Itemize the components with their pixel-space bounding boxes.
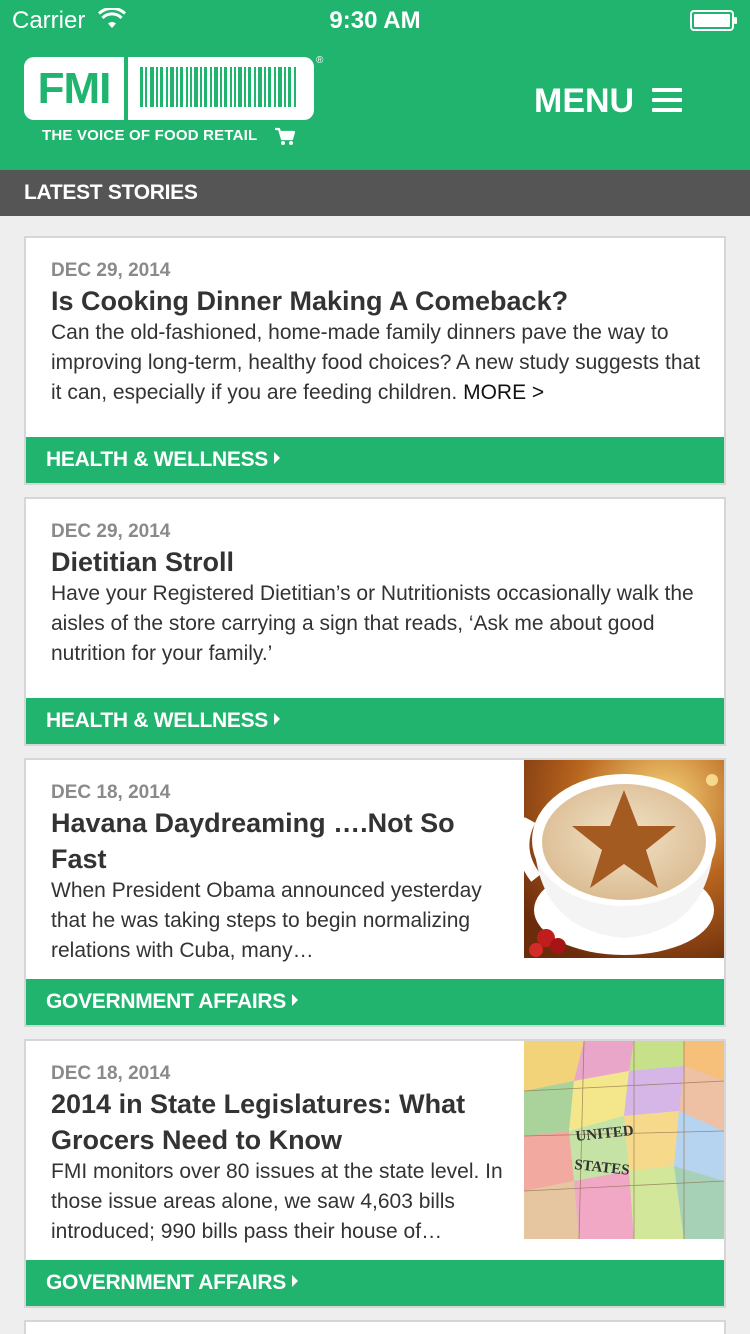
clock: 9:30 AM [329,7,421,34]
category-label: HEALTH & WELLNESS [46,448,269,471]
battery-icon [690,10,737,31]
story-card[interactable]: DEC 29, 2014 Is Cooking Dinner Making A … [24,236,726,485]
hamburger-icon [652,88,682,114]
latest-stories-header: LATEST STORIES [0,170,750,216]
barcode-icon [128,57,314,120]
registered-mark: ® [316,55,324,66]
category-link[interactable]: GOVERNMENT AFFAIRS [26,1260,724,1306]
story-excerpt: Can the old-fashioned, home-made family … [51,318,711,408]
story-excerpt: When President Obama announced yesterday… [51,879,482,962]
status-bar: Carrier 9:30 AM [0,0,750,40]
caret-right-icon [274,452,281,464]
story-title[interactable]: 2014 in State Legislatures: What Grocers… [51,1086,511,1158]
category-link[interactable]: GOVERNMENT AFFAIRS [26,979,724,1025]
more-link[interactable]: MORE > [463,381,544,404]
story-card[interactable]: DEC 18, 2014 2014 in State Legislatures:… [24,1039,726,1308]
menu-label: MENU [534,82,635,120]
story-excerpt-text: Can the old-fashioned, home-made family … [51,321,701,404]
menu-button[interactable]: MENU [534,82,694,126]
shopping-cart-icon [275,127,296,145]
app-header: Carrier 9:30 AM FMI ® THE VOICE OF FOOD … [0,0,750,170]
coffee-cup-star-icon[interactable] [524,760,724,958]
fmi-logo-text: FMI [24,57,124,120]
story-excerpt: FMI monitors over 80 issues at the state… [51,1160,503,1243]
caret-right-icon [292,994,298,1006]
story-excerpt: Have your Registered Dietitian’s or Nutr… [51,582,694,665]
category-label: GOVERNMENT AFFAIRS [46,990,286,1013]
story-card[interactable] [24,1320,726,1334]
story-date: DEC 18, 2014 [51,782,171,803]
story-card[interactable]: DEC 29, 2014 Dietitian Stroll Have your … [24,497,726,746]
category-label: GOVERNMENT AFFAIRS [46,1271,286,1294]
category-link[interactable]: HEALTH & WELLNESS [26,437,724,483]
story-date: DEC 18, 2014 [51,1063,171,1084]
story-title[interactable]: Havana Daydreaming ….Not So Fast [51,805,511,877]
category-link[interactable]: HEALTH & WELLNESS [26,698,724,744]
story-date: DEC 29, 2014 [51,521,171,542]
category-label: HEALTH & WELLNESS [46,709,269,732]
story-title[interactable]: Is Cooking Dinner Making A Comeback? [51,283,711,319]
caret-right-icon [292,1275,298,1287]
caret-right-icon [274,713,281,725]
fmi-logo[interactable]: FMI ® THE VOICE OF FOOD RETAIL [24,55,324,152]
story-card[interactable]: DEC 18, 2014 Havana Daydreaming ….Not So… [24,758,726,1027]
story-title[interactable]: Dietitian Stroll [51,544,711,580]
story-date: DEC 29, 2014 [51,260,171,281]
logo-tagline: THE VOICE OF FOOD RETAIL [42,127,258,144]
us-map-icon[interactable]: UNITED STATES [524,1041,724,1239]
